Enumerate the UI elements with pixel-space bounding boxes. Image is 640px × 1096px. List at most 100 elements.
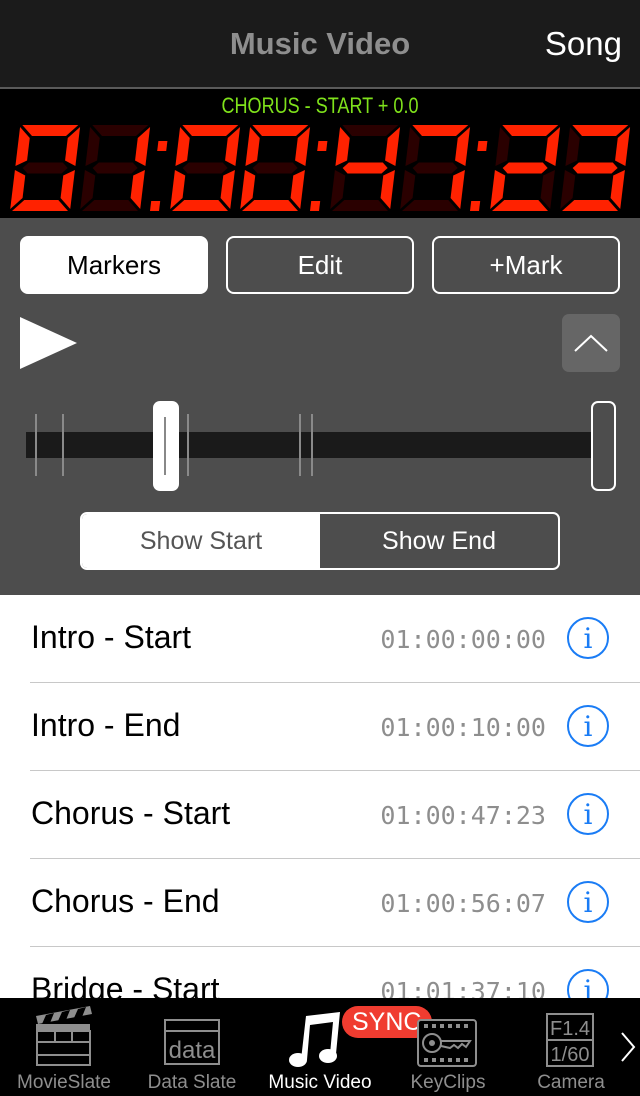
segment-d <box>82 200 138 211</box>
segment-c <box>380 170 395 209</box>
segment-f <box>245 127 260 166</box>
marker-title: Bridge - Start <box>31 971 220 998</box>
segment-c <box>220 170 235 209</box>
timecode-display: CHORUS - START + 0.0 <box>0 89 640 218</box>
data-slate-icon-text: data <box>169 1037 216 1064</box>
timeline-marker[interactable] <box>310 414 313 476</box>
marker-title: Chorus - Start <box>31 795 231 831</box>
chevron-up-icon <box>574 334 608 352</box>
song-button[interactable]: Song <box>545 25 622 63</box>
colon-dot <box>477 141 488 151</box>
segment-c <box>450 170 465 209</box>
tab-label: MovieSlate <box>17 1072 111 1093</box>
segment-f <box>495 127 510 166</box>
timeline-marker[interactable] <box>61 414 64 476</box>
segment-f <box>565 127 580 166</box>
segment-c <box>610 170 625 209</box>
clapperboard-icon <box>36 1006 92 1066</box>
list-item[interactable]: Intro - Start 01:00:00:00 i <box>0 595 640 683</box>
segment-a <box>92 125 149 136</box>
nav-bar: Music Video Song <box>0 0 640 89</box>
info-icon[interactable]: i <box>567 793 609 835</box>
info-icon[interactable]: i <box>567 969 609 998</box>
list-item[interactable]: Intro - End 01:00:10:00 i <box>0 683 640 771</box>
segment-g <box>342 162 388 174</box>
timeline-marker[interactable] <box>298 414 301 476</box>
colon-dot <box>157 141 168 151</box>
segment-d <box>242 200 298 211</box>
segment-g <box>22 162 68 174</box>
tab-movieslate[interactable]: MovieSlate <box>0 998 128 1096</box>
segment-c <box>290 170 305 209</box>
camera-settings-icon: F1.4 1/60 <box>546 1013 594 1067</box>
colon-dot <box>317 141 328 151</box>
tab-label: Music Video <box>268 1072 372 1093</box>
segment-f <box>85 127 100 166</box>
segment-c <box>60 170 75 209</box>
play-icon[interactable] <box>20 317 77 369</box>
tab-label: Camera <box>537 1072 605 1093</box>
timeline-marker[interactable] <box>35 414 38 476</box>
tab-bar: MovieSlate data Data Slate Music Video S… <box>0 998 640 1096</box>
segment-a <box>572 125 629 136</box>
colon-dot <box>150 201 161 211</box>
segment-a <box>22 125 79 136</box>
camera-shutter-text: 1/60 <box>551 1044 590 1066</box>
info-icon[interactable]: i <box>567 617 609 659</box>
marker-timecode: 01:00:56:07 <box>380 889 546 918</box>
segment-d <box>172 200 228 211</box>
segment-f <box>15 127 30 166</box>
marker-title: Intro - Start <box>31 619 192 655</box>
edit-button[interactable]: Edit <box>226 236 414 294</box>
segment-g <box>572 162 618 174</box>
collapse-button[interactable] <box>562 314 620 372</box>
segment-d <box>402 200 458 211</box>
end-handle[interactable] <box>591 401 616 491</box>
segment-a <box>342 125 399 136</box>
segment-a <box>182 125 239 136</box>
control-panel: Markers Edit +Mark Show Start Show End <box>0 218 640 595</box>
segment-d <box>12 200 68 211</box>
tab-data-slate[interactable]: data Data Slate <box>128 998 256 1096</box>
segment-d <box>332 200 388 211</box>
playhead-thumb[interactable] <box>152 401 179 491</box>
segment-g <box>182 162 228 174</box>
segment-c <box>540 170 555 209</box>
segment-g <box>502 162 548 174</box>
marker-timecode: 01:00:00:00 <box>380 625 546 654</box>
tab-label: Data Slate <box>147 1072 237 1093</box>
segment-d <box>562 200 618 211</box>
show-start-segment[interactable]: Show Start <box>82 514 320 568</box>
colon-dot <box>470 201 481 211</box>
marker-list: Intro - Start 01:00:00:00 i Intro - End … <box>0 595 640 998</box>
playhead-line <box>163 417 166 475</box>
segment-g <box>412 162 458 174</box>
start-end-toggle: Show Start Show End <box>80 512 560 570</box>
segment-f <box>405 127 420 166</box>
list-item[interactable]: Chorus - End 01:00:56:07 i <box>0 859 640 947</box>
segment-g <box>92 162 138 174</box>
timeline-track[interactable] <box>26 432 592 458</box>
chevron-right-icon[interactable] <box>620 1032 636 1062</box>
marker-timecode: 01:00:10:00 <box>380 713 546 742</box>
markers-button[interactable]: Markers <box>20 236 208 294</box>
info-icon[interactable]: i <box>567 881 609 923</box>
colon-dot <box>310 201 321 211</box>
tab-keyclips[interactable]: KeyClips <box>384 998 512 1096</box>
camera-aperture-text: F1.4 <box>550 1018 590 1040</box>
segment-d <box>492 200 548 211</box>
marker-timecode: 01:01:37:10 <box>380 977 546 998</box>
tab-camera[interactable]: F1.4 1/60 Camera <box>512 998 630 1096</box>
timeline-scrubber[interactable] <box>0 398 640 493</box>
segment-a <box>502 125 559 136</box>
segment-f <box>335 127 350 166</box>
marker-timecode: 01:00:47:23 <box>380 801 546 830</box>
add-mark-button[interactable]: +Mark <box>432 236 620 294</box>
show-end-segment[interactable]: Show End <box>320 514 558 568</box>
segment-g <box>252 162 298 174</box>
tab-label: KeyClips <box>410 1072 486 1093</box>
list-item[interactable]: Chorus - Start 01:00:47:23 i <box>0 771 640 859</box>
info-icon[interactable]: i <box>567 705 609 747</box>
timeline-marker[interactable] <box>187 414 190 476</box>
list-item[interactable]: Bridge - Start 01:01:37:10 i <box>0 947 640 998</box>
